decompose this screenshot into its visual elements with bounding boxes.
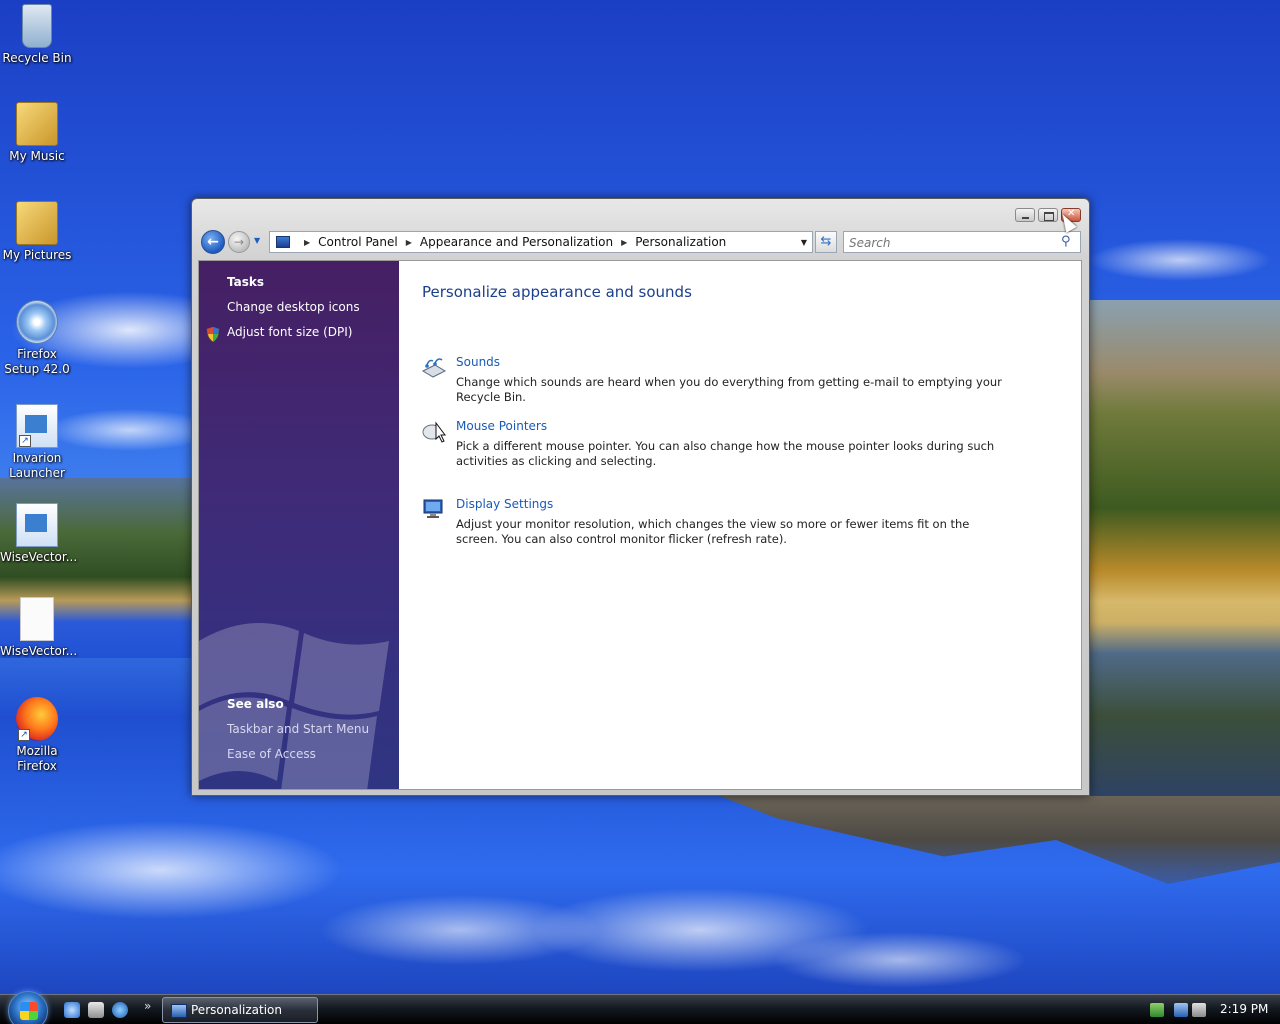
ease-of-access-link[interactable]: Ease of Access — [227, 747, 316, 761]
sounds-description: Change which sounds are heard when you d… — [456, 375, 1002, 404]
desktop-icon-label: WiseVector... — [0, 550, 78, 564]
display-settings-icon — [423, 499, 443, 518]
control-panel-icon — [276, 236, 290, 248]
desktop-icon-mozilla-firefox[interactable]: ↗ Mozilla Firefox — [0, 697, 74, 774]
display-settings-link[interactable]: Display Settings — [456, 497, 553, 511]
breadcrumb-personalization[interactable]: Personalization — [635, 235, 726, 249]
adjust-font-size-link[interactable]: Adjust font size (DPI) — [227, 325, 352, 339]
see-also-heading: See also — [227, 697, 284, 711]
shortcut-arrow-icon: ↗ — [18, 729, 30, 741]
clock[interactable]: 2:19 PM — [1220, 1002, 1268, 1016]
desktop-icon-label: Recycle Bin — [2, 51, 72, 65]
desktop-icon-label: My Music — [9, 149, 65, 163]
start-button[interactable] — [8, 991, 48, 1024]
navigation-bar: ← → ▼ ▶ Control Panel ▶ Appearance and P… — [201, 230, 1081, 254]
desktop-icon-label: Invarion Launcher — [9, 451, 65, 480]
show-desktop-icon[interactable] — [88, 1002, 104, 1018]
quick-launch-more-icon[interactable]: » — [144, 999, 151, 1013]
search-icon[interactable]: ⚲ — [1061, 234, 1071, 249]
taskbar-button-personalization[interactable]: Personalization — [162, 997, 318, 1023]
volume-icon[interactable] — [1192, 1003, 1206, 1017]
app-icon — [16, 503, 58, 547]
breadcrumb-appearance[interactable]: Appearance and Personalization — [420, 235, 613, 249]
desktop-icon-my-pictures[interactable]: My Pictures — [0, 201, 74, 263]
address-dropdown-icon[interactable]: ▼ — [796, 238, 812, 247]
address-bar[interactable]: ▶ Control Panel ▶ Appearance and Persona… — [269, 231, 813, 253]
quick-launch-browser-icon[interactable] — [64, 1002, 80, 1018]
desktop-icon-my-music[interactable]: My Music — [0, 102, 74, 164]
desktop-wallpaper-right — [1088, 300, 1280, 820]
app-shortcut-icon: ↗ — [16, 404, 58, 448]
desktop-icon-invarion-launcher[interactable]: ↗ Invarion Launcher — [0, 404, 74, 481]
desktop-icon-label: Firefox Setup 42.0 — [4, 347, 70, 376]
shortcut-arrow-icon: ↗ — [19, 435, 31, 447]
mouse-pointers-icon — [422, 421, 446, 443]
page-title: Personalize appearance and sounds — [422, 283, 692, 301]
uac-shield-icon — [206, 327, 220, 342]
taskbar: » Personalization 2:19 PM — [0, 991, 1280, 1024]
mouse-pointers-link[interactable]: Mouse Pointers — [456, 419, 547, 433]
personalization-window-icon — [171, 1004, 187, 1018]
sounds-icon — [421, 358, 447, 378]
desktop-icon-wisevector-doc[interactable]: WiseVector... — [0, 597, 78, 659]
breadcrumb-arrow-icon[interactable]: ▶ — [304, 238, 310, 247]
sounds-link[interactable]: Sounds — [456, 355, 500, 369]
minimize-button[interactable] — [1015, 208, 1035, 222]
firefox-icon: ↗ — [16, 697, 58, 741]
desktop-icon-label: Mozilla Firefox — [16, 744, 58, 773]
breadcrumb-arrow-icon[interactable]: ▶ — [406, 238, 412, 247]
system-tray: 2:19 PM — [1140, 995, 1280, 1024]
mouse-pointers-description: Pick a different mouse pointer. You can … — [456, 439, 995, 468]
breadcrumb-control-panel[interactable]: Control Panel — [318, 235, 398, 249]
tasks-heading: Tasks — [227, 275, 265, 289]
change-desktop-icons-link[interactable]: Change desktop icons — [227, 300, 360, 314]
display-settings-description: Adjust your monitor resolution, which ch… — [456, 517, 970, 546]
desktop-icon-recycle-bin[interactable]: Recycle Bin — [0, 4, 74, 66]
maximize-button[interactable] — [1038, 208, 1058, 222]
recent-pages-dropdown[interactable]: ▼ — [254, 236, 264, 246]
taskbar-button-label: Personalization — [191, 1003, 282, 1017]
desktop-icon-wisevector-app[interactable]: WiseVector... — [0, 503, 78, 565]
setup-disc-icon — [16, 300, 58, 344]
document-icon — [20, 597, 54, 641]
pictures-folder-icon — [16, 201, 58, 245]
personalization-window: ← → ▼ ▶ Control Panel ▶ Appearance and P… — [191, 198, 1090, 796]
network-icon[interactable] — [1174, 1003, 1188, 1017]
main-pane: Personalize appearance and sounds Sounds… — [399, 261, 1081, 789]
breadcrumb-arrow-icon[interactable]: ▶ — [621, 238, 627, 247]
search-input[interactable] — [843, 231, 1081, 253]
music-folder-icon — [16, 102, 58, 146]
internet-explorer-icon[interactable] — [112, 1002, 128, 1018]
desktop-icon-label: My Pictures — [2, 248, 72, 262]
taskbar-start-menu-link[interactable]: Taskbar and Start Menu — [227, 722, 369, 736]
back-button[interactable]: ← — [201, 230, 225, 254]
forward-button[interactable]: → — [228, 231, 250, 253]
tasks-pane: Tasks Change desktop icons Adjust font s… — [199, 261, 399, 789]
desktop-icon-firefox-setup[interactable]: Firefox Setup 42.0 — [0, 300, 74, 377]
content-area: Tasks Change desktop icons Adjust font s… — [198, 260, 1082, 790]
safely-remove-icon[interactable] — [1150, 1003, 1164, 1017]
desktop-icon-label: WiseVector... — [0, 644, 78, 658]
refresh-button[interactable]: ⇆ — [815, 231, 837, 253]
recycle-bin-icon — [22, 4, 52, 48]
desktop-wallpaper-reflection — [720, 796, 1280, 884]
